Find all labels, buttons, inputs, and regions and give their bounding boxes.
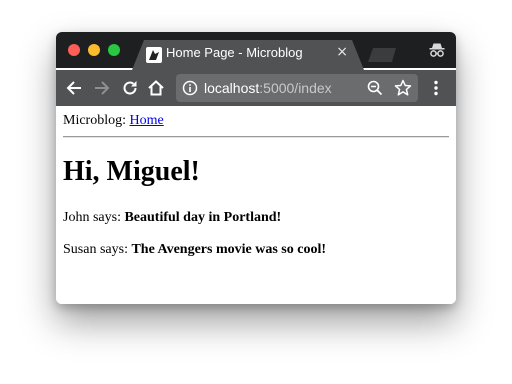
microblog-favicon-icon (146, 47, 162, 63)
post-says: says: (96, 242, 132, 257)
post-body: Beautiful day in Portland! (124, 210, 282, 225)
window-maximize-button[interactable] (108, 44, 120, 56)
forward-button[interactable] (92, 78, 112, 98)
url-text: localhost:5000/index (204, 80, 332, 96)
window-minimize-button[interactable] (88, 44, 100, 56)
tab-title: Home Page - Microblog (166, 45, 303, 60)
incognito-icon (428, 41, 446, 59)
star-icon[interactable] (394, 79, 412, 102)
nav-divider (63, 136, 449, 138)
post-author: Susan (63, 242, 97, 257)
new-tab-button[interactable] (368, 48, 396, 62)
desktop-background: Home Page - Microblog × localhost:5000/i… (0, 0, 512, 384)
brand-label: Microblog: (63, 113, 126, 128)
browser-window: Home Page - Microblog × localhost:5000/i… (56, 32, 456, 304)
browser-toolbar: localhost:5000/index (56, 70, 456, 106)
kebab-menu-icon[interactable] (432, 80, 440, 101)
post-body: The Avengers movie was so cool! (131, 242, 327, 257)
post-says: says: (89, 210, 125, 225)
info-icon[interactable] (182, 80, 198, 101)
post-item: John says: Beautiful day in Portland! (63, 210, 281, 226)
page-content: Microblog: Home Hi, Miguel! John says: B… (56, 106, 456, 304)
arrow-right-icon (95, 81, 110, 95)
greeting-heading: Hi, Miguel! (63, 156, 200, 187)
post-author: John (63, 210, 90, 225)
tab-close-icon[interactable]: × (336, 44, 348, 60)
page-nav: Microblog: Home (63, 113, 164, 129)
post-item: Susan says: The Avengers movie was so co… (63, 242, 326, 258)
back-button[interactable] (64, 78, 84, 98)
home-button[interactable] (146, 78, 166, 98)
home-link[interactable]: Home (130, 113, 164, 128)
window-close-button[interactable] (68, 44, 80, 56)
url-path: :5000/index (259, 80, 332, 96)
url-host: localhost (204, 80, 260, 96)
tab-strip: Home Page - Microblog × (56, 32, 456, 70)
home-icon (148, 80, 164, 96)
arrow-left-icon (66, 81, 81, 95)
magnifier-icon[interactable] (366, 79, 384, 102)
reload-button[interactable] (120, 78, 140, 98)
tab-home-page[interactable]: Home Page - Microblog × (132, 40, 364, 70)
reload-icon (123, 81, 137, 95)
address-bar[interactable]: localhost:5000/index (176, 74, 418, 102)
